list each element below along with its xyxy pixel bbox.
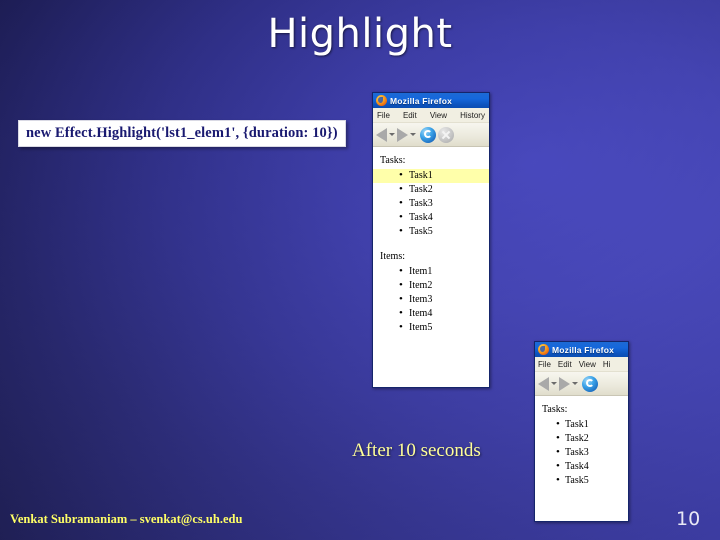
presentation-slide: Highlight new Effect.Highlight('lst1_ele… <box>0 0 720 540</box>
menu-item-edit[interactable]: Edit <box>403 111 417 120</box>
list-item[interactable]: Task2 <box>373 182 489 197</box>
menu-item-file[interactable]: File <box>377 111 390 120</box>
browser-window-before[interactable]: Mozilla Firefox File Edit View History T… <box>372 92 490 388</box>
code-callout-text: new Effect.Highlight('lst1_elem1', {dura… <box>26 125 338 141</box>
code-callout-box: new Effect.Highlight('lst1_elem1', {dura… <box>18 120 346 147</box>
menu-item-history[interactable]: Hi <box>603 360 611 369</box>
forward-dropdown-caret-icon[interactable] <box>410 133 416 136</box>
list-item[interactable]: Item2 <box>373 278 489 293</box>
slide-page-number: 10 <box>676 508 701 530</box>
reload-icon[interactable] <box>582 375 598 392</box>
menu-item-view[interactable]: View <box>579 360 596 369</box>
browser-titlebar: Mozilla Firefox <box>373 93 489 108</box>
back-icon[interactable] <box>538 376 549 391</box>
section-heading-items: Items: <box>380 251 405 262</box>
menu-item-file[interactable]: File <box>538 360 551 369</box>
browser-titlebar: Mozilla Firefox <box>535 342 628 357</box>
firefox-logo-icon <box>538 344 549 355</box>
browser-toolbar <box>373 123 489 147</box>
firefox-logo-icon <box>376 95 387 106</box>
list-item[interactable]: Task1 <box>535 417 628 432</box>
browser-menubar: File Edit View Hi <box>535 357 628 372</box>
browser-menubar: File Edit View History <box>373 108 489 123</box>
browser-page-content: Tasks: Task1 Task2 Task3 Task4 Task5 <box>535 396 628 521</box>
task-list: Task1 Task2 Task3 Task4 Task5 <box>373 168 489 239</box>
stop-icon[interactable] <box>438 126 454 143</box>
after-caption-text: After 10 seconds <box>352 440 481 461</box>
browser-title-text: Mozilla Firefox <box>390 95 453 106</box>
back-icon[interactable] <box>376 127 387 142</box>
list-item[interactable]: Item4 <box>373 306 489 321</box>
list-item[interactable]: Task3 <box>373 196 489 211</box>
browser-page-content: Tasks: Task1 Task2 Task3 Task4 Task5 Ite… <box>373 147 489 369</box>
list-item[interactable]: Item5 <box>373 320 489 335</box>
list-item[interactable]: Item3 <box>373 292 489 307</box>
forward-icon[interactable] <box>397 127 408 142</box>
list-item[interactable]: Task3 <box>535 445 628 460</box>
forward-icon[interactable] <box>559 376 570 391</box>
list-item[interactable]: Task2 <box>535 431 628 446</box>
page-title: Highlight <box>267 11 453 57</box>
back-dropdown-caret-icon[interactable] <box>551 382 557 385</box>
browser-title-text: Mozilla Firefox <box>552 344 615 355</box>
list-item[interactable]: Task4 <box>535 459 628 474</box>
list-item[interactable]: Task5 <box>373 224 489 239</box>
list-item[interactable]: Task4 <box>373 210 489 225</box>
item-list: Item1 Item2 Item3 Item4 Item5 <box>373 264 489 335</box>
section-heading-tasks: Tasks: <box>542 404 568 415</box>
task-list: Task1 Task2 Task3 Task4 Task5 <box>535 417 628 488</box>
menu-item-edit[interactable]: Edit <box>558 360 572 369</box>
list-item[interactable]: Item1 <box>373 264 489 279</box>
list-item[interactable]: Task5 <box>535 473 628 488</box>
forward-dropdown-caret-icon[interactable] <box>572 382 578 385</box>
section-heading-tasks: Tasks: <box>380 155 406 166</box>
back-dropdown-caret-icon[interactable] <box>389 133 395 136</box>
reload-icon[interactable] <box>420 126 436 143</box>
browser-window-after[interactable]: Mozilla Firefox File Edit View Hi Tasks:… <box>534 341 629 522</box>
menu-item-view[interactable]: View <box>430 111 447 120</box>
footer-credit-text: Venkat Subramaniam – svenkat@cs.uh.edu <box>10 512 243 526</box>
list-item[interactable]: Task1 <box>373 168 489 183</box>
menu-item-history[interactable]: History <box>460 111 485 120</box>
browser-toolbar <box>535 372 628 396</box>
